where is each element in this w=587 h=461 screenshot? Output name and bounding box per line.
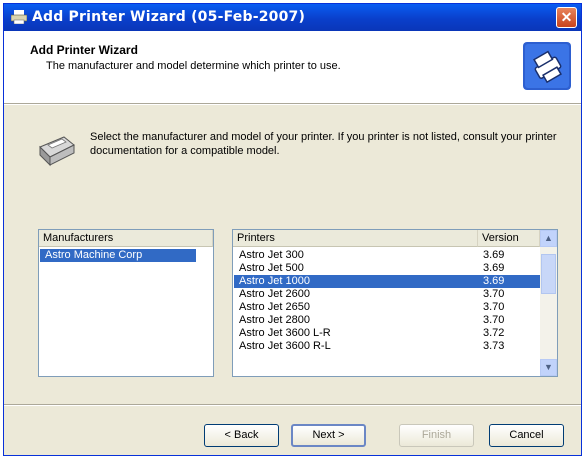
wizard-header: Add Printer Wizard The manufacturer and …	[4, 31, 581, 104]
printer-title-icon	[11, 10, 27, 24]
printer-name: Astro Jet 1000	[239, 275, 310, 287]
printer-icon	[39, 136, 75, 167]
manufacturer-item-label: Astro Machine Corp	[45, 249, 143, 261]
printer-row[interactable]: Astro Jet 500 3.69	[234, 262, 540, 275]
printer-row-selected[interactable]: Astro Jet 1000 3.69	[234, 275, 540, 288]
printer-row[interactable]: Astro Jet 2650 3.70	[234, 301, 540, 314]
printer-version: 3.73	[483, 340, 505, 352]
cancel-button[interactable]: Cancel	[489, 424, 564, 447]
title-bar[interactable]: Add Printer Wizard (05-Feb-2007) ✕	[4, 4, 581, 31]
close-icon: ✕	[560, 9, 573, 25]
printer-version: 3.69	[483, 275, 505, 287]
window-title: Add Printer Wizard (05-Feb-2007)	[32, 9, 306, 25]
scroll-down-button[interactable]: ▼	[540, 359, 557, 376]
manufacturers-column-header[interactable]: Manufacturers	[39, 230, 213, 247]
chevron-down-icon: ▼	[544, 362, 553, 372]
manufacturer-item[interactable]: Astro Machine Corp	[40, 249, 196, 262]
instruction-text: Select the manufacturer and model of you…	[90, 131, 557, 157]
printer-name: Astro Jet 300	[239, 249, 304, 261]
printers-list[interactable]: Printers Version Astro Jet 300 3.69 Astr…	[232, 229, 558, 377]
scroll-up-button[interactable]: ▲	[540, 230, 557, 247]
printer-version: 3.69	[483, 249, 505, 261]
printer-version: 3.70	[483, 301, 505, 313]
printer-name: Astro Jet 2650	[239, 301, 310, 313]
header-divider	[4, 104, 581, 105]
printer-version: 3.70	[483, 288, 505, 300]
printer-row[interactable]: Astro Jet 2800 3.70	[234, 314, 540, 327]
printer-version: 3.69	[483, 262, 505, 274]
printer-name: Astro Jet 2600	[239, 288, 310, 300]
manufacturers-list[interactable]: Manufacturers Astro Machine Corp	[38, 229, 214, 377]
printers-column-header[interactable]: Printers	[233, 230, 478, 247]
next-button[interactable]: Next >	[291, 424, 366, 447]
printer-version: 3.70	[483, 314, 505, 326]
close-button[interactable]: ✕	[556, 7, 577, 28]
chevron-up-icon: ▲	[544, 233, 553, 243]
button-divider-highlight	[4, 405, 581, 406]
version-column-header[interactable]: Version	[478, 230, 540, 247]
printer-row[interactable]: Astro Jet 3600 R-L 3.73	[234, 340, 540, 353]
finish-button[interactable]: Finish	[399, 424, 474, 447]
printer-name: Astro Jet 3600 L-R	[239, 327, 331, 339]
header-subtitle: The manufacturer and model determine whi…	[46, 60, 341, 72]
printer-row[interactable]: Astro Jet 3600 L-R 3.72	[234, 327, 540, 340]
printer-row[interactable]: Astro Jet 300 3.69	[234, 249, 540, 262]
printer-name: Astro Jet 2800	[239, 314, 310, 326]
printer-name: Astro Jet 500	[239, 262, 304, 274]
scrollbar-thumb[interactable]	[541, 254, 556, 294]
add-printer-wizard-window: Add Printer Wizard (05-Feb-2007) ✕ Add P…	[3, 3, 582, 456]
back-button[interactable]: < Back	[204, 424, 279, 447]
printer-name: Astro Jet 3600 R-L	[239, 340, 331, 352]
printer-wizard-icon	[523, 42, 571, 90]
printers-scrollbar[interactable]: ▲ ▼	[540, 230, 557, 376]
header-title: Add Printer Wizard	[30, 43, 138, 57]
printer-row[interactable]: Astro Jet 2600 3.70	[234, 288, 540, 301]
printer-version: 3.72	[483, 327, 505, 339]
